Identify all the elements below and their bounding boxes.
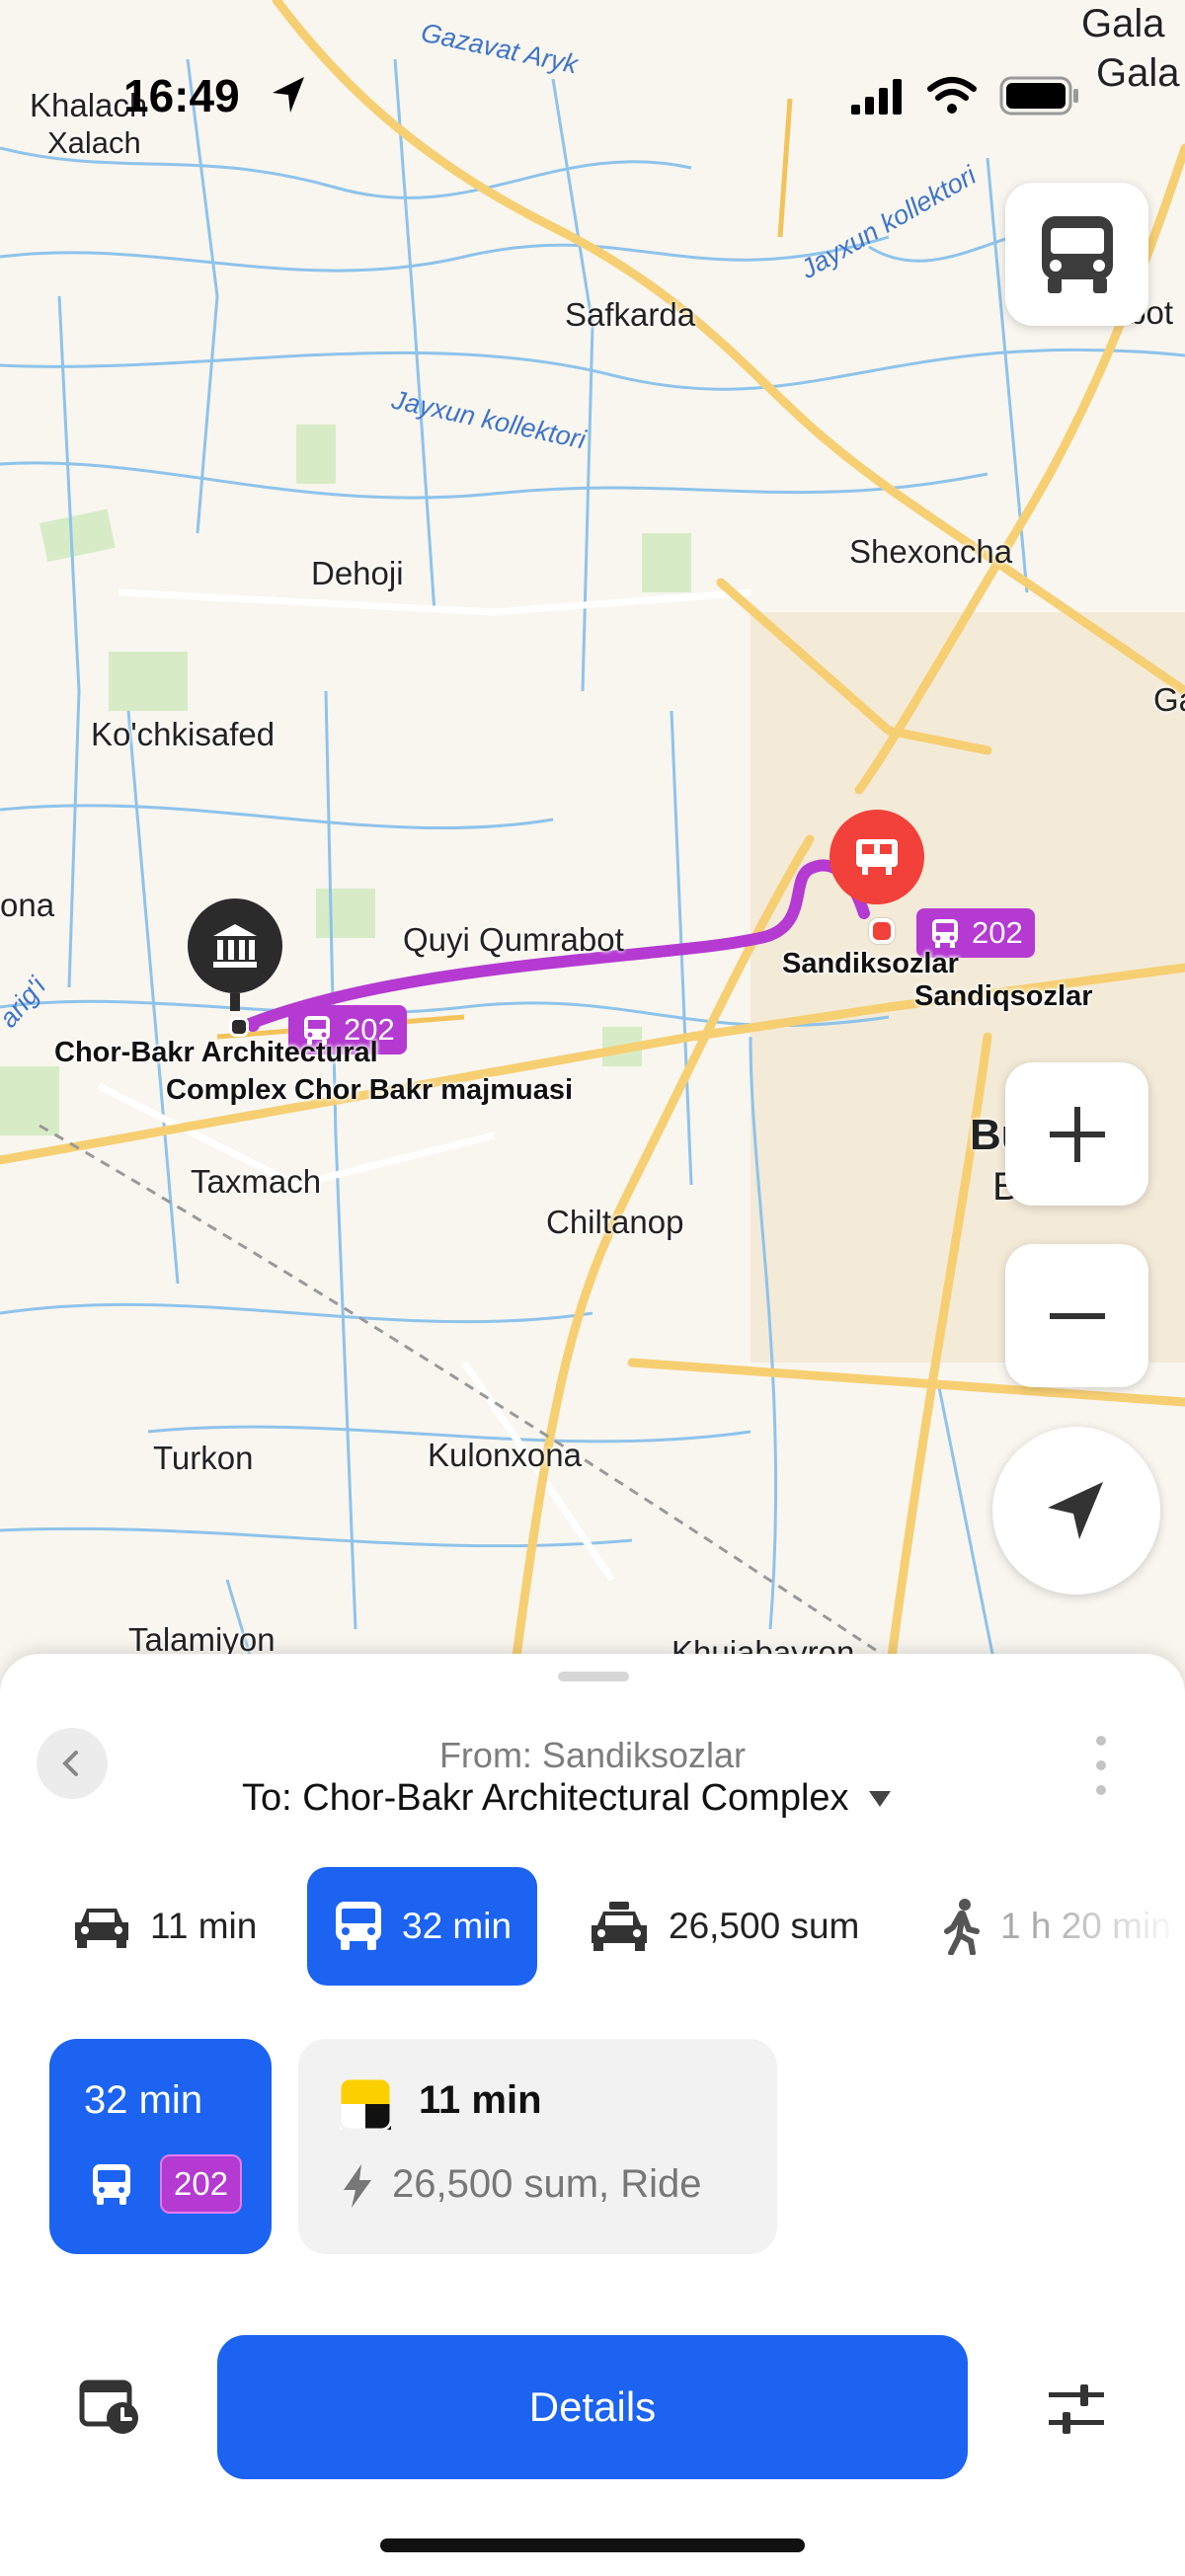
museum-icon: [213, 924, 257, 968]
place-label: Xalach: [47, 125, 141, 160]
bus-icon: [1041, 215, 1113, 293]
route-number: 202: [972, 915, 1023, 950]
my-location-button[interactable]: [992, 1427, 1160, 1595]
navigation-arrow-icon: [1048, 1482, 1103, 1539]
tab-taxi[interactable]: 26,500 sum: [588, 1867, 859, 1986]
status-bar: 16:49: [0, 0, 1185, 121]
option-time: 32 min: [84, 2078, 203, 2122]
status-time: 16:49: [123, 70, 240, 121]
option-detail: 26,500 sum, Ride: [392, 2162, 702, 2206]
route-to-selector[interactable]: To: Chor-Bakr Architectural Complex: [242, 1777, 893, 1820]
origin-label: Sandiksozlar: [782, 948, 959, 979]
bus-icon: [932, 919, 958, 948]
battery-icon: [999, 76, 1078, 116]
origin-pin[interactable]: [830, 810, 924, 904]
place-label: ona: [0, 887, 55, 923]
place-label: Dehoji: [311, 555, 404, 591]
place-label: Chiltanop: [546, 1204, 684, 1240]
schedule-icon[interactable]: [79, 2377, 144, 2438]
tab-transit-label: 32 min: [402, 1906, 513, 1946]
place-label: Safkarda: [565, 296, 696, 333]
place-label: Taxmach: [191, 1163, 322, 1200]
details-button[interactable]: Details: [217, 2335, 968, 2479]
taxi-service-logo: [338, 2076, 393, 2132]
lightning-icon: [344, 2164, 371, 2208]
tab-transit[interactable]: 32 min: [307, 1867, 538, 1986]
bus-icon: [93, 2164, 130, 2205]
zoom-in-button[interactable]: [1005, 1062, 1148, 1206]
place-label: Ko'chkisafed: [91, 716, 276, 752]
origin-label-local: Sandiqsozlar: [914, 980, 1093, 1012]
details-label: Details: [528, 2383, 657, 2430]
bus-icon: [336, 1902, 381, 1950]
transport-mode-tabs: 11 min 32 min 26,500 sum 1: [0, 1867, 1185, 1986]
walk-icon: [944, 1899, 980, 1955]
home-indicator: [380, 2538, 805, 2552]
place-label: Ga: [1153, 681, 1185, 718]
route-option-transit[interactable]: 32 min 202: [49, 2039, 272, 2254]
plus-icon: [1049, 1106, 1105, 1162]
settings-sliders-icon[interactable]: [1047, 2382, 1106, 2436]
zoom-out-button[interactable]: [1005, 1244, 1148, 1387]
destination-label-local: Chor Bakr majmuasi: [294, 1074, 574, 1106]
place-label: Turkon: [153, 1440, 254, 1476]
map-view[interactable]: Khalach Xalach Gala Gala Safkarda Rabot …: [0, 0, 1185, 1678]
dropdown-triangle-icon: [868, 1790, 891, 1807]
tab-car-label: 11 min: [150, 1906, 258, 1946]
route-to: To: Chor-Bakr Architectural Complex: [242, 1777, 849, 1819]
tab-taxi-label: 26,500 sum: [669, 1906, 860, 1946]
museum-pin[interactable]: [188, 898, 282, 993]
destination-label: Complex: [166, 1074, 287, 1106]
place-label: Shexoncha: [849, 533, 1013, 570]
bus-stop-icon: [856, 839, 898, 875]
wifi-icon: [927, 77, 977, 114]
more-options-icon[interactable]: [1086, 1731, 1116, 1800]
taxi-icon: [592, 1902, 647, 1951]
signal-icon: [851, 79, 902, 115]
destination-label: Chor-Bakr Architectural: [54, 1037, 378, 1068]
route-option-taxi[interactable]: 11 min 26,500 sum, Ride: [298, 2039, 777, 2254]
minus-icon: [1049, 1312, 1105, 1319]
location-arrow-icon: [273, 77, 304, 113]
route-from[interactable]: From: Sandiksozlar: [0, 1735, 1185, 1776]
car-icon: [75, 1909, 128, 1948]
tab-car[interactable]: 11 min: [71, 1867, 257, 1986]
sheet-handle[interactable]: [558, 1672, 629, 1681]
place-label: Quyi Qumrabot: [403, 921, 624, 958]
route-sheet: From: Sandiksozlar To: Chor-Bakr Archite…: [0, 1654, 1185, 2576]
place-label: Kulonxona: [428, 1437, 582, 1473]
option-time: 11 min: [419, 2078, 542, 2122]
route-number-badge: 202: [160, 2154, 243, 2214]
transport-layer-button[interactable]: [1005, 183, 1148, 326]
